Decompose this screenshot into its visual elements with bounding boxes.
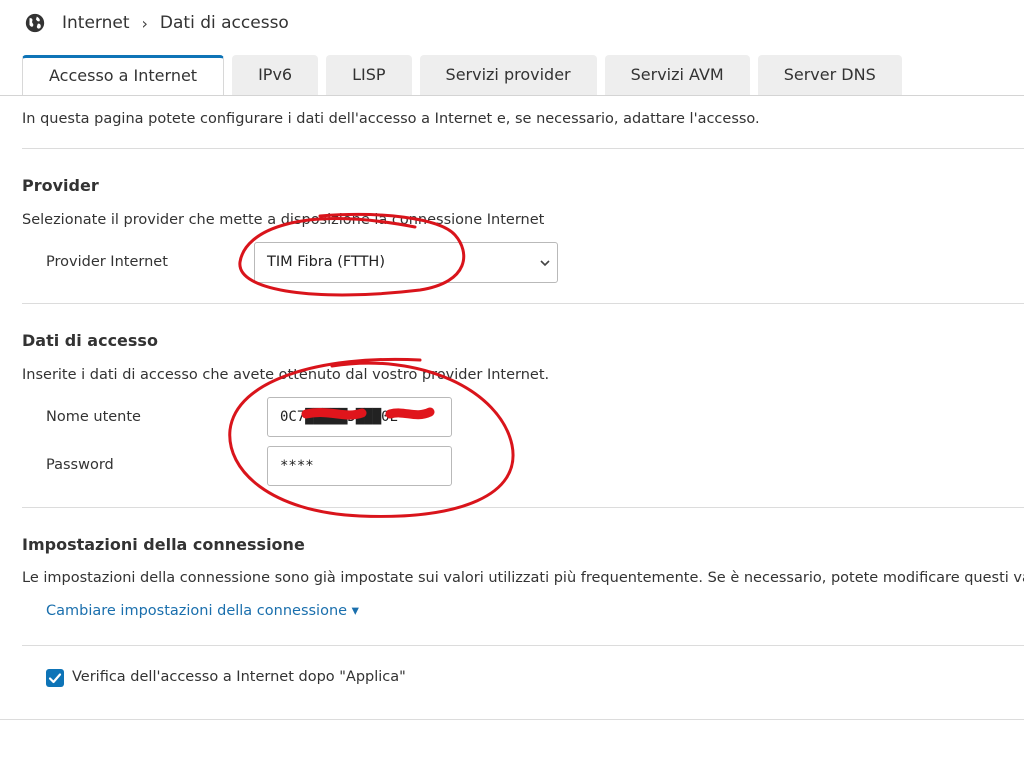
access-heading: Dati di accesso [22, 331, 158, 350]
tab-ipv6[interactable]: IPv6 [232, 55, 319, 95]
breadcrumb-parent[interactable]: Internet [62, 13, 130, 33]
access-description: Inserite i dati di accesso che avete ott… [22, 367, 550, 383]
connection-heading: Impostazioni della connessione [22, 535, 305, 554]
breadcrumb: Internet › Dati di accesso [24, 10, 289, 36]
tab-accesso-internet[interactable]: Accesso a Internet [22, 55, 225, 96]
section-divider [0, 719, 1024, 720]
globe-icon [25, 13, 45, 33]
username-field[interactable]: 0C7█████D███0E [267, 397, 452, 437]
section-divider [22, 303, 1024, 304]
chevron-down-icon [540, 243, 550, 299]
provider-select[interactable]: TIM Fibra (FTTH) [254, 242, 558, 283]
breadcrumb-current: Dati di accesso [159, 13, 289, 33]
tab-divider [0, 95, 1024, 96]
provider-select-value: TIM Fibra (FTTH) [267, 254, 385, 270]
tab-lisp[interactable]: LISP [326, 55, 412, 95]
tab-bar: Accesso a Internet IPv6 LISP Servizi pro… [22, 55, 910, 96]
connection-description: Le impostazioni della connessione sono g… [22, 570, 1024, 586]
tab-servizi-provider[interactable]: Servizi provider [419, 55, 597, 95]
provider-label: Provider Internet [46, 254, 168, 270]
section-divider [22, 645, 1024, 646]
provider-description: Selezionate il provider che mette a disp… [22, 212, 545, 228]
tab-servizi-avm[interactable]: Servizi AVM [604, 55, 750, 95]
tab-server-dns[interactable]: Server DNS [757, 55, 902, 95]
section-divider [22, 148, 1024, 149]
change-connection-settings-link[interactable]: Cambiare impostazioni della connessione … [46, 603, 359, 619]
provider-heading: Provider [22, 176, 99, 195]
password-field[interactable]: **** [267, 446, 452, 486]
check-icon [48, 673, 62, 684]
section-divider [22, 507, 1024, 508]
breadcrumb-separator-icon: › [141, 13, 148, 33]
page-intro: In questa pagina potete configurare i da… [22, 111, 760, 127]
password-label: Password [46, 457, 114, 473]
username-label: Nome utente [46, 409, 141, 425]
verify-access-checkbox[interactable] [46, 669, 64, 687]
verify-access-label: Verifica dell'accesso a Internet dopo "A… [72, 669, 406, 685]
